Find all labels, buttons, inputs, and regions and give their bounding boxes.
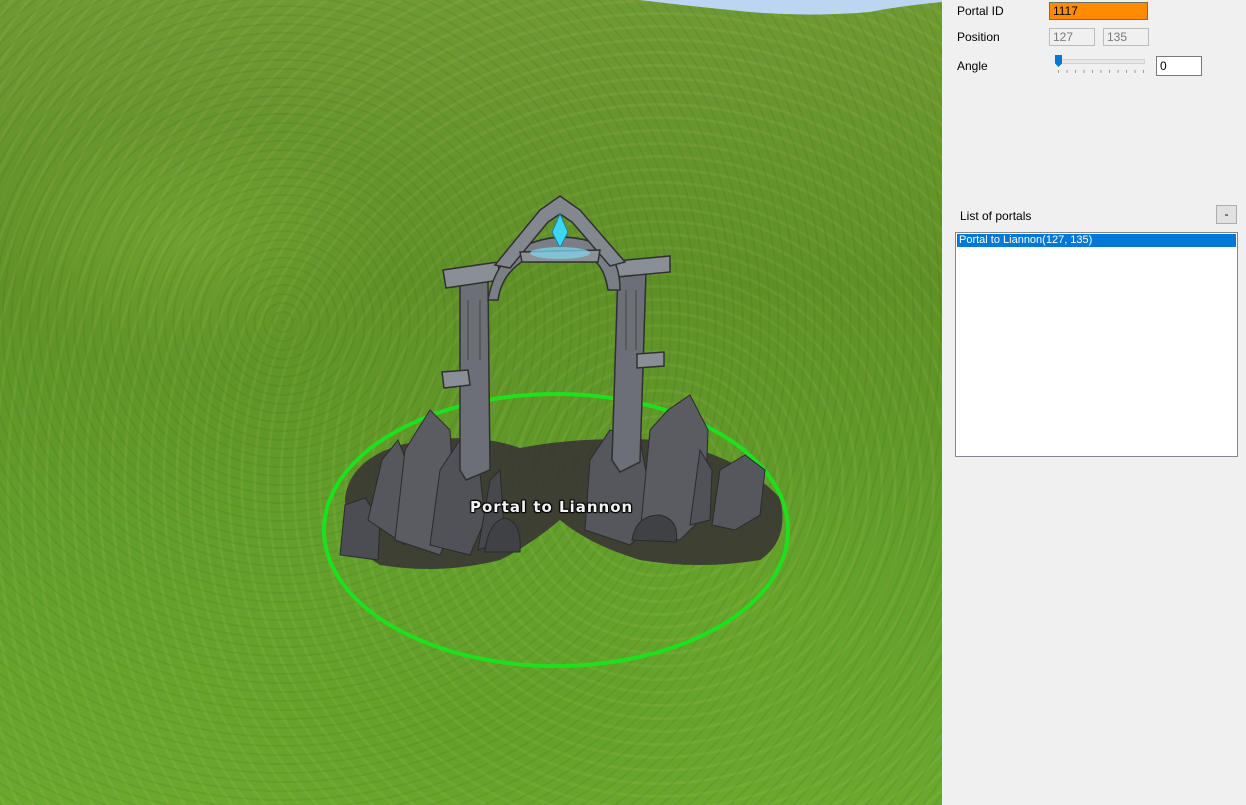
portal-object[interactable] bbox=[0, 0, 942, 805]
angle-slider-track bbox=[1057, 59, 1145, 64]
portal-list-title: List of portals bbox=[960, 209, 1032, 223]
list-item[interactable]: Portal to Liannon(127, 135) bbox=[957, 234, 1236, 247]
angle-slider[interactable] bbox=[1053, 54, 1145, 76]
portal-list[interactable]: Portal to Liannon(127, 135) bbox=[955, 232, 1238, 457]
angle-slider-thumb[interactable] bbox=[1055, 55, 1062, 67]
remove-portal-button[interactable]: - bbox=[1216, 205, 1237, 224]
right-rocks bbox=[584, 394, 766, 546]
portal-name-label: Portal to Liannon bbox=[470, 498, 634, 516]
angle-value-field[interactable]: 0 bbox=[1156, 56, 1202, 76]
game-viewport[interactable]: Portal to Liannon bbox=[0, 0, 942, 805]
properties-panel: Portal ID 1117 Position 127 135 Angle 0 … bbox=[942, 0, 1246, 805]
angle-label: Angle bbox=[957, 59, 988, 73]
gem-glow bbox=[530, 247, 590, 259]
position-y-field[interactable]: 135 bbox=[1103, 28, 1149, 46]
position-x-field[interactable]: 127 bbox=[1049, 28, 1095, 46]
portal-id-label: Portal ID bbox=[957, 4, 1004, 18]
position-label: Position bbox=[957, 30, 1000, 44]
portal-id-field[interactable]: 1117 bbox=[1049, 2, 1148, 20]
angle-slider-ticks bbox=[1058, 70, 1144, 73]
